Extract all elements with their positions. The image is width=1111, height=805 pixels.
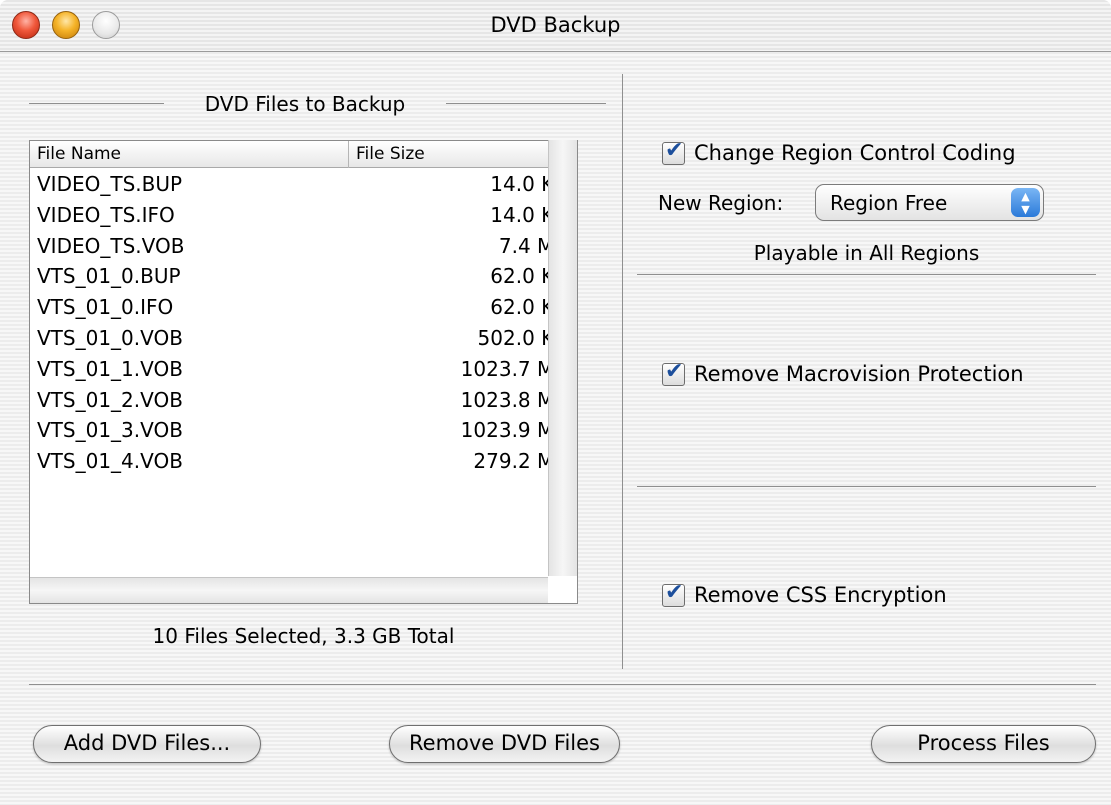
table-row[interactable]: VIDEO_TS.VOB 7.4 MB (30, 231, 577, 262)
horizontal-scrollbar[interactable] (30, 577, 548, 603)
region-coding-label[interactable]: Change Region Control Coding (694, 141, 1016, 165)
file-name-cell: VTS_01_0.BUP (37, 264, 181, 289)
remove-dvd-files-button[interactable]: Remove DVD Files (389, 725, 620, 763)
window-title: DVD Backup (490, 13, 621, 37)
checkmark-icon: ✔ (665, 580, 684, 605)
separator (637, 274, 1096, 275)
css-encryption-label[interactable]: Remove CSS Encryption (694, 583, 947, 607)
macrovision-label[interactable]: Remove Macrovision Protection (694, 362, 1024, 386)
column-header-file-name[interactable]: File Name (37, 144, 121, 164)
files-group-title: DVD Files to Backup (204, 92, 406, 116)
panel-divider (622, 74, 623, 669)
file-name-cell: VTS_01_0.VOB (37, 325, 183, 350)
column-divider (348, 141, 349, 168)
title-bar: DVD Backup (0, 0, 1111, 52)
region-popup-value: Region Free (830, 191, 948, 215)
playable-regions-text: Playable in All Regions (753, 241, 980, 265)
table-row[interactable]: VTS_01_4.VOB 279.2 MB (30, 446, 577, 477)
file-name-cell: VTS_01_1.VOB (37, 356, 183, 381)
vertical-scrollbar[interactable] (548, 140, 577, 576)
region-popup[interactable]: Region Free ▲ ▼ (815, 184, 1044, 221)
file-name-cell: VTS_01_0.IFO (37, 295, 174, 320)
table-row[interactable]: VTS_01_3.VOB 1023.9 MB (30, 415, 577, 446)
table-row[interactable]: VTS_01_2.VOB 1023.8 MB (30, 385, 577, 416)
selection-status: 10 Files Selected, 3.3 GB Total (152, 624, 455, 648)
table-row[interactable]: VTS_01_0.VOB 502.0 KB (30, 323, 577, 354)
file-name-cell: VTS_01_3.VOB (37, 418, 183, 443)
new-region-label: New Region: (658, 191, 784, 215)
file-name-cell: VTS_01_2.VOB (37, 387, 183, 412)
table-row[interactable]: VTS_01_1.VOB 1023.7 MB (30, 354, 577, 385)
files-table[interactable]: File Name File Size VIDEO_TS.BUP 14.0 KB … (29, 140, 578, 604)
table-row[interactable]: VIDEO_TS.BUP 14.0 KB (30, 169, 577, 200)
file-name-cell: VIDEO_TS.BUP (37, 172, 183, 196)
column-header-file-size[interactable]: File Size (356, 144, 425, 164)
file-name-cell: VTS_01_4.VOB (37, 449, 183, 474)
table-row[interactable]: VTS_01_0.IFO 62.0 KB (30, 292, 577, 323)
dvd-backup-window: DVD Backup DVD Files to Backup File Name… (0, 0, 1111, 805)
group-rule-right (446, 103, 606, 104)
updown-arrows-icon: ▲ ▼ (1011, 188, 1040, 217)
checkmark-icon: ✔ (665, 138, 684, 163)
group-rule-left (29, 103, 164, 104)
process-files-button[interactable]: Process Files (871, 725, 1096, 763)
file-name-cell: VIDEO_TS.IFO (37, 202, 175, 227)
checkmark-icon: ✔ (665, 359, 684, 384)
separator (637, 486, 1096, 487)
table-row[interactable]: VIDEO_TS.IFO 14.0 KB (30, 200, 577, 231)
css-encryption-checkbox[interactable]: ✔ (662, 580, 685, 607)
bottom-separator (29, 684, 1096, 685)
table-header: File Name File Size (30, 141, 577, 168)
region-coding-checkbox[interactable]: ✔ (662, 138, 685, 165)
table-row[interactable]: VTS_01_0.BUP 62.0 KB (30, 261, 577, 292)
file-name-cell: VIDEO_TS.VOB (37, 233, 185, 258)
add-dvd-files-button[interactable]: Add DVD Files... (33, 725, 261, 763)
macrovision-checkbox[interactable]: ✔ (662, 359, 685, 386)
table-body: VIDEO_TS.BUP 14.0 KB VIDEO_TS.IFO 14.0 KB … (30, 169, 577, 477)
